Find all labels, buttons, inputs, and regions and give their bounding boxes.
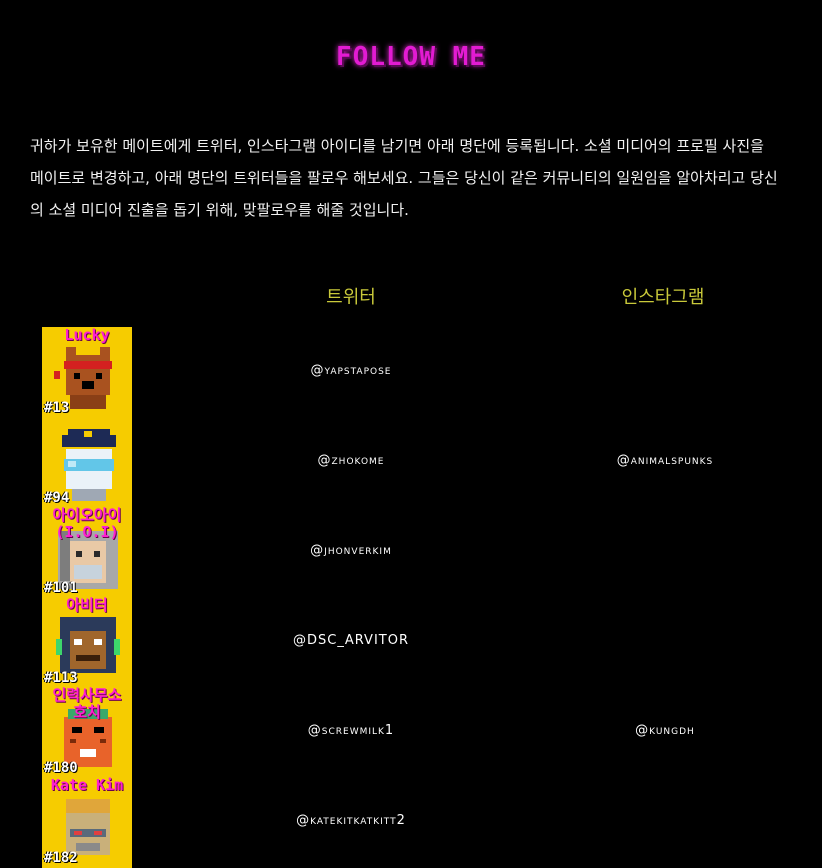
mate-number: #13: [44, 400, 70, 416]
twitter-handle-link[interactable]: @DSC_ARVITOR: [231, 633, 471, 648]
mate-card[interactable]: 아이오아이(I.O.I) #101: [42, 507, 132, 597]
twitter-handle-link[interactable]: @yapstapose: [231, 363, 471, 378]
twitter-handle-link[interactable]: @screwmilk1: [231, 723, 471, 738]
mate-card[interactable]: #94: [42, 417, 132, 507]
mate-number: #94: [44, 490, 70, 506]
mate-number: #182: [44, 850, 78, 866]
mate-number: #113: [44, 670, 78, 686]
mate-name: Kate Kim: [50, 776, 124, 794]
twitter-column-header: 트위터: [326, 287, 376, 308]
twitter-handle-link[interactable]: @katekitkatkitt2: [231, 813, 471, 828]
mate-number: #180: [44, 760, 78, 776]
mate-name: 아이오아이(I.O.I): [52, 506, 122, 541]
mate-card[interactable]: 아비터 #113: [42, 597, 132, 687]
intro-text: 귀하가 보유한 메이트에게 트위터, 인스타그램 아이디를 남기면 아래 명단에…: [30, 137, 778, 219]
mate-card[interactable]: Kate Kim #182: [42, 777, 132, 867]
instagram-column-header: 인스타그램: [621, 287, 705, 308]
page-title: FOLLOW ME: [336, 42, 486, 72]
mate-card[interactable]: 인력사무소 호치 #180: [42, 687, 132, 777]
mate-name: 인력사무소 호치: [52, 686, 122, 721]
mate-name: 아비터: [66, 596, 108, 614]
mate-card[interactable]: Lucky #13: [42, 327, 132, 417]
mate-number: #101: [44, 580, 78, 596]
instagram-handle-link[interactable]: @animalspunks: [545, 453, 785, 468]
instagram-handle-link[interactable]: @kungdh: [545, 723, 785, 738]
twitter-handle-link[interactable]: @zhokome: [231, 453, 471, 468]
twitter-handle-link[interactable]: @jhonverkim: [231, 543, 471, 558]
mate-name: Lucky: [64, 327, 110, 344]
mate-avatar-strip: Lucky #13 #94 아이오아이(I.O.I) #101 아비터 #113…: [42, 327, 132, 868]
